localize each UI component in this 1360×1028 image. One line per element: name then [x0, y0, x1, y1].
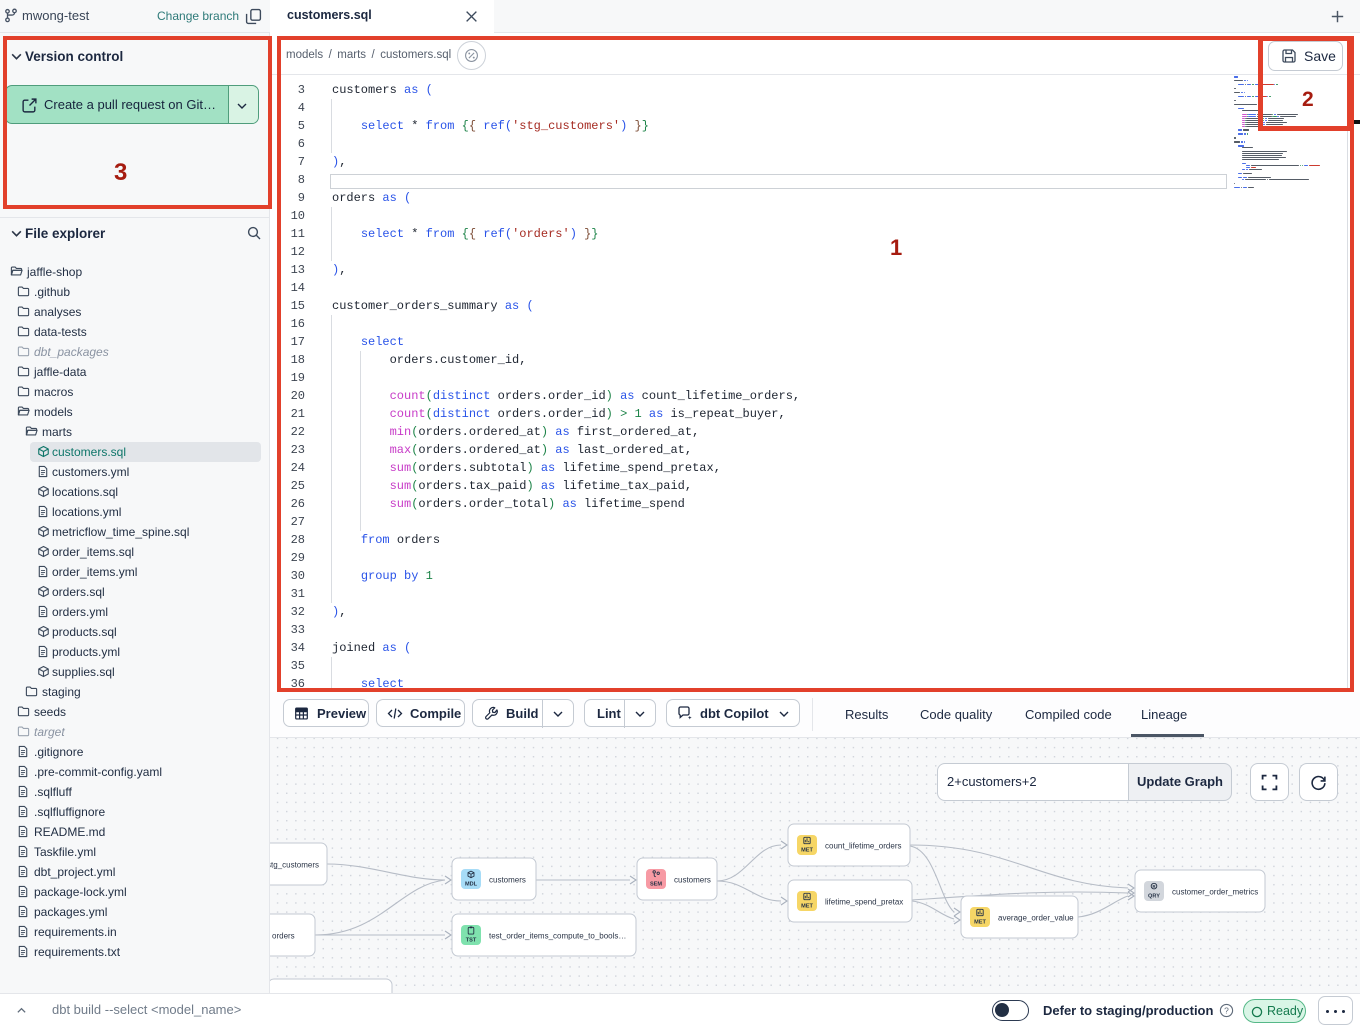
svg-text:lifetime_spend_pretax: lifetime_spend_pretax	[825, 898, 903, 907]
svg-text:customers: customers	[489, 876, 526, 885]
svg-text:R: R	[1152, 884, 1155, 889]
svg-text:MET: MET	[974, 920, 986, 926]
svg-text:test_order_items_compute_to_bo: test_order_items_compute_to_bools…	[489, 932, 626, 941]
svg-text:TST: TST	[466, 938, 477, 944]
svg-text:MET: MET	[801, 904, 813, 910]
svg-text:MDL: MDL	[465, 882, 478, 888]
svg-text:customers: customers	[674, 876, 711, 885]
svg-text:SEM: SEM	[650, 882, 662, 888]
svg-text:average_order_value: average_order_value	[998, 914, 1074, 923]
svg-text:QRY: QRY	[1148, 894, 1160, 900]
svg-text:orders: orders	[272, 932, 295, 941]
svg-text:count_lifetime_orders: count_lifetime_orders	[825, 842, 901, 851]
svg-text:?: ?	[1224, 1005, 1229, 1015]
svg-text:MET: MET	[801, 848, 813, 854]
svg-text:customer_order_metrics: customer_order_metrics	[1172, 888, 1258, 897]
svg-text:stg_customers: stg_customers	[270, 861, 319, 870]
